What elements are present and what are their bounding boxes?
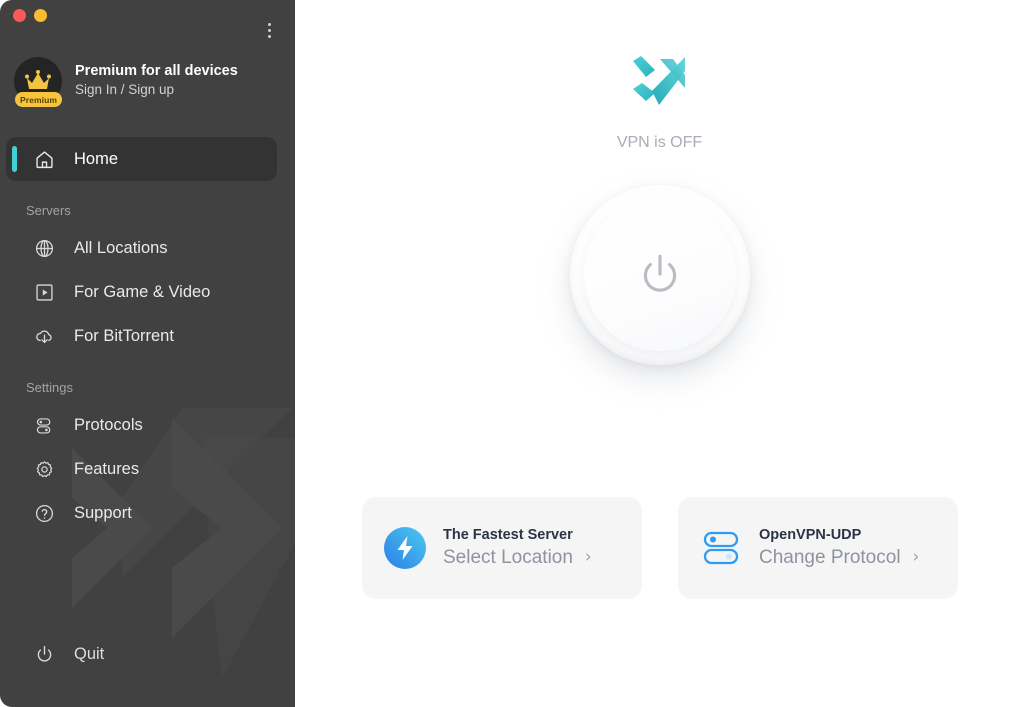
chevron-right-icon: › <box>584 547 592 568</box>
power-button[interactable] <box>569 185 750 365</box>
x-vpn-logo <box>632 56 685 105</box>
sidebar-nav: Home Servers All Locations For Game & Vi… <box>0 137 295 535</box>
globe-icon <box>32 236 56 260</box>
dot <box>267 22 271 26</box>
cloud-download-icon <box>32 324 56 348</box>
card-title: The Fastest Server <box>443 526 573 543</box>
sidebar-item-label: Protocols <box>74 415 143 434</box>
lightning-bolt-icon <box>384 527 426 569</box>
window-close-button[interactable] <box>13 9 26 22</box>
sidebar-item-label: For BitTorrent <box>74 326 174 345</box>
chevron-right-icon: › <box>912 547 920 568</box>
more-vertical-icon[interactable] <box>259 18 279 42</box>
power-button-inner[interactable] <box>583 199 736 351</box>
window-controls <box>13 9 47 22</box>
play-box-icon <box>32 280 56 304</box>
gear-icon <box>32 457 56 481</box>
power-icon <box>643 254 676 292</box>
avatar[interactable]: Premium <box>14 57 62 107</box>
premium-badge: Premium <box>15 92 62 107</box>
account-row[interactable]: Premium Premium for all devices Sign In … <box>0 52 295 110</box>
card-title: OpenVPN-UDP <box>759 526 862 543</box>
sidebar-section-servers: Servers <box>26 203 71 218</box>
account-title: Premium for all devices <box>75 63 238 80</box>
sidebar: Premium Premium for all devices Sign In … <box>0 0 295 707</box>
app-window: Premium Premium for all devices Sign In … <box>0 0 1024 707</box>
vpn-status-text: VPN is OFF <box>616 134 703 151</box>
sidebar-item-label: Quit <box>74 644 105 663</box>
sidebar-item-for-game-and-video[interactable]: For Game & Video <box>6 270 277 314</box>
sidebar-item-all-locations[interactable]: All Locations <box>6 226 277 270</box>
protocol-toggles-icon <box>700 527 742 569</box>
window-minimize-button[interactable] <box>34 9 47 22</box>
sidebar-item-label: Support <box>74 503 132 522</box>
active-accent-bar <box>12 146 17 172</box>
sidebar-item-support[interactable]: Support <box>6 491 277 535</box>
card-subtitle: Change Protocol <box>759 546 901 568</box>
help-circle-icon <box>32 501 56 525</box>
sidebar-item-label: All Locations <box>74 238 168 257</box>
sidebar-item-for-bittorrent[interactable]: For BitTorrent <box>6 314 277 358</box>
change-protocol-card[interactable]: OpenVPN-UDP Change Protocol › <box>678 497 958 599</box>
sidebar-section-settings: Settings <box>26 380 73 395</box>
sidebar-item-label: For Game & Video <box>74 282 211 301</box>
main-content: VPN is OFF The Fastest Server Select Loc… <box>295 0 1024 707</box>
power-icon <box>32 642 56 666</box>
sidebar-item-label: Home <box>74 149 119 168</box>
sidebar-item-protocols[interactable]: Protocols <box>6 403 277 447</box>
home-icon <box>32 147 56 171</box>
fastest-server-card[interactable]: The Fastest Server Select Location › <box>362 497 642 599</box>
info-cards: The Fastest Server Select Location › Ope… <box>362 497 958 599</box>
crown-icon <box>25 70 51 89</box>
dot <box>267 34 271 38</box>
sidebar-item-home[interactable]: Home <box>6 137 277 181</box>
sidebar-item-label: Features <box>74 459 140 478</box>
sidebar-item-quit[interactable]: Quit <box>0 632 295 676</box>
dot <box>267 28 271 32</box>
sidebar-item-features[interactable]: Features <box>6 447 277 491</box>
toggles-icon <box>32 413 56 437</box>
card-subtitle: Select Location <box>443 546 573 568</box>
account-signin-link[interactable]: Sign In / Sign up <box>75 82 238 98</box>
